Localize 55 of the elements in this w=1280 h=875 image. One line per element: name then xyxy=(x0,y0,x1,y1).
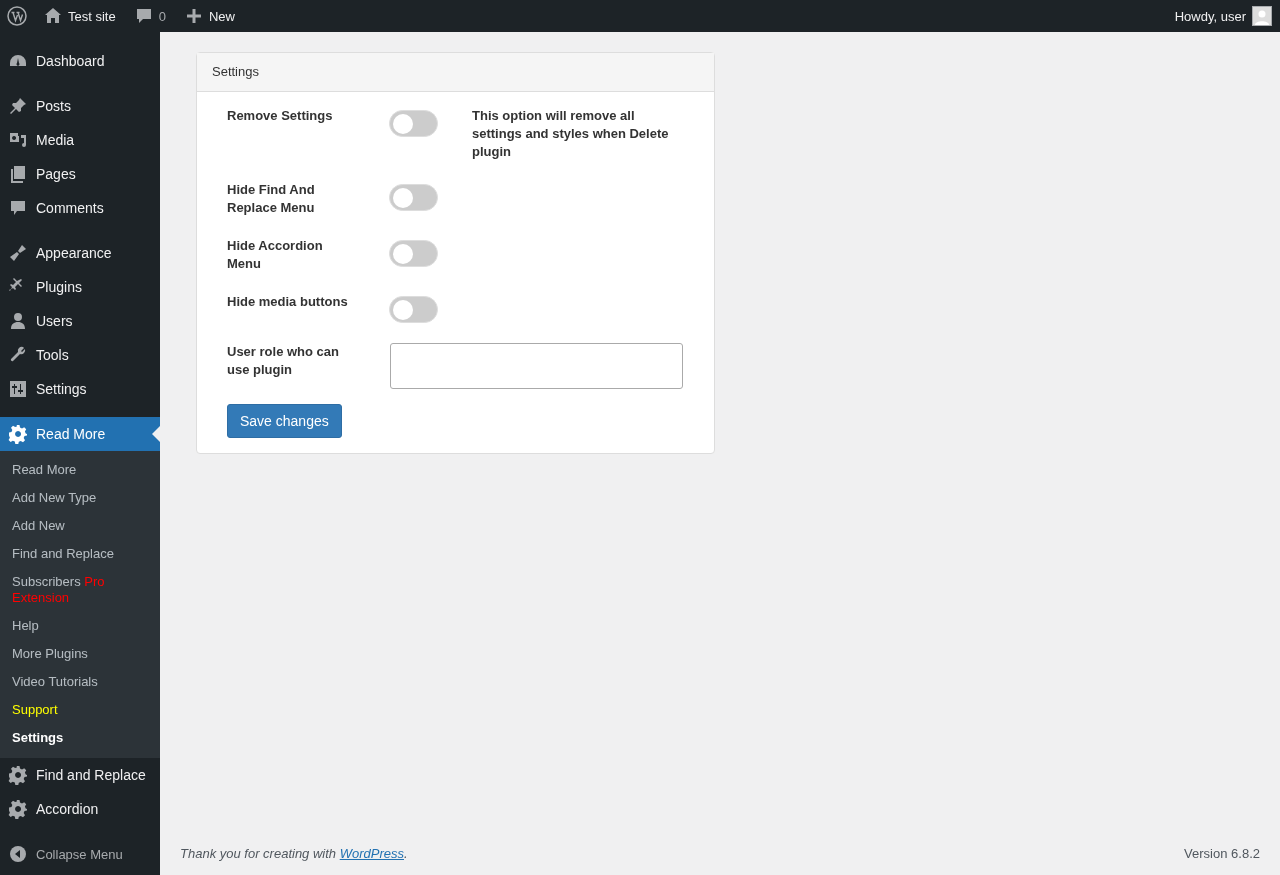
submenu-item[interactable]: Read More xyxy=(0,456,160,484)
setting-label: Hide Find And Replace Menu xyxy=(227,181,316,217)
submenu-item[interactable]: Add New Type xyxy=(0,484,160,512)
submenu-item[interactable]: More Plugins xyxy=(0,640,160,668)
setting-label: Hide Accordion Menu xyxy=(227,237,324,273)
submenu-item[interactable]: Help xyxy=(0,612,160,640)
menu-item[interactable]: Users xyxy=(0,304,160,338)
submenu-item[interactable]: Add New xyxy=(0,512,160,540)
menu-item[interactable]: Media xyxy=(0,123,160,157)
toggle-switch[interactable] xyxy=(389,240,438,267)
footer-text: Thank you for creating with WordPress. xyxy=(180,845,408,861)
gear-icon xyxy=(8,765,28,785)
wordpress-logo-icon[interactable] xyxy=(7,6,27,26)
collapse-menu-button[interactable]: Collapse Menu xyxy=(0,837,160,871)
panel-header: Settings xyxy=(197,53,714,92)
pages-icon xyxy=(8,164,28,184)
toggle-switch[interactable] xyxy=(389,184,438,211)
setting-label: Remove Settings xyxy=(227,107,334,125)
menu-item[interactable]: Pages xyxy=(0,157,160,191)
save-button[interactable]: Save changes xyxy=(227,404,342,438)
toggle-switch[interactable] xyxy=(389,296,438,323)
greeting-link[interactable]: Howdy, user xyxy=(1174,8,1246,24)
menu-item[interactable]: Comments xyxy=(0,191,160,225)
menu-item[interactable]: Read More xyxy=(0,417,160,451)
menu-item[interactable]: Posts xyxy=(0,89,160,123)
setting-label: User role who can use plugin xyxy=(227,343,340,379)
media-icon xyxy=(8,130,28,150)
submenu-item[interactable]: Settings xyxy=(0,724,160,752)
sliders-icon xyxy=(8,379,28,399)
setting-description: This option will remove all settings and styles when Delete plugin xyxy=(472,107,670,161)
gear-icon xyxy=(8,424,28,444)
toggle-switch[interactable] xyxy=(389,110,438,137)
avatar-icon[interactable] xyxy=(1252,6,1272,26)
menu-item[interactable]: Settings xyxy=(0,372,160,406)
menu-item[interactable]: Dashboard xyxy=(0,44,160,78)
menu-item[interactable]: Plugins xyxy=(0,270,160,304)
submenu-item[interactable]: Video Tutorials xyxy=(0,668,160,696)
setting-label: Hide media buttons xyxy=(227,293,349,311)
new-link[interactable]: New xyxy=(208,8,235,24)
user-icon xyxy=(8,311,28,331)
gear-icon xyxy=(8,799,28,819)
wordpress-link[interactable]: WordPress xyxy=(339,845,404,861)
submenu-item[interactable]: Subscribers Pro Extension xyxy=(0,568,160,612)
version-text: Version 6.8.2 xyxy=(1184,845,1260,861)
comment-count[interactable]: 0 xyxy=(158,8,166,24)
menu-item[interactable]: Appearance xyxy=(0,236,160,270)
menu-item[interactable]: Tools xyxy=(0,338,160,372)
site-name-link[interactable]: Test site xyxy=(68,8,116,24)
submenu-item[interactable]: Find and Replace xyxy=(0,540,160,568)
menu-item[interactable]: Find and Replace xyxy=(0,758,160,792)
user-role-input[interactable] xyxy=(390,343,683,389)
home-icon[interactable] xyxy=(43,6,63,26)
pin-icon xyxy=(8,96,28,116)
submenu-item[interactable]: Support xyxy=(0,696,160,724)
menu-item[interactable]: Accordion xyxy=(0,792,160,826)
